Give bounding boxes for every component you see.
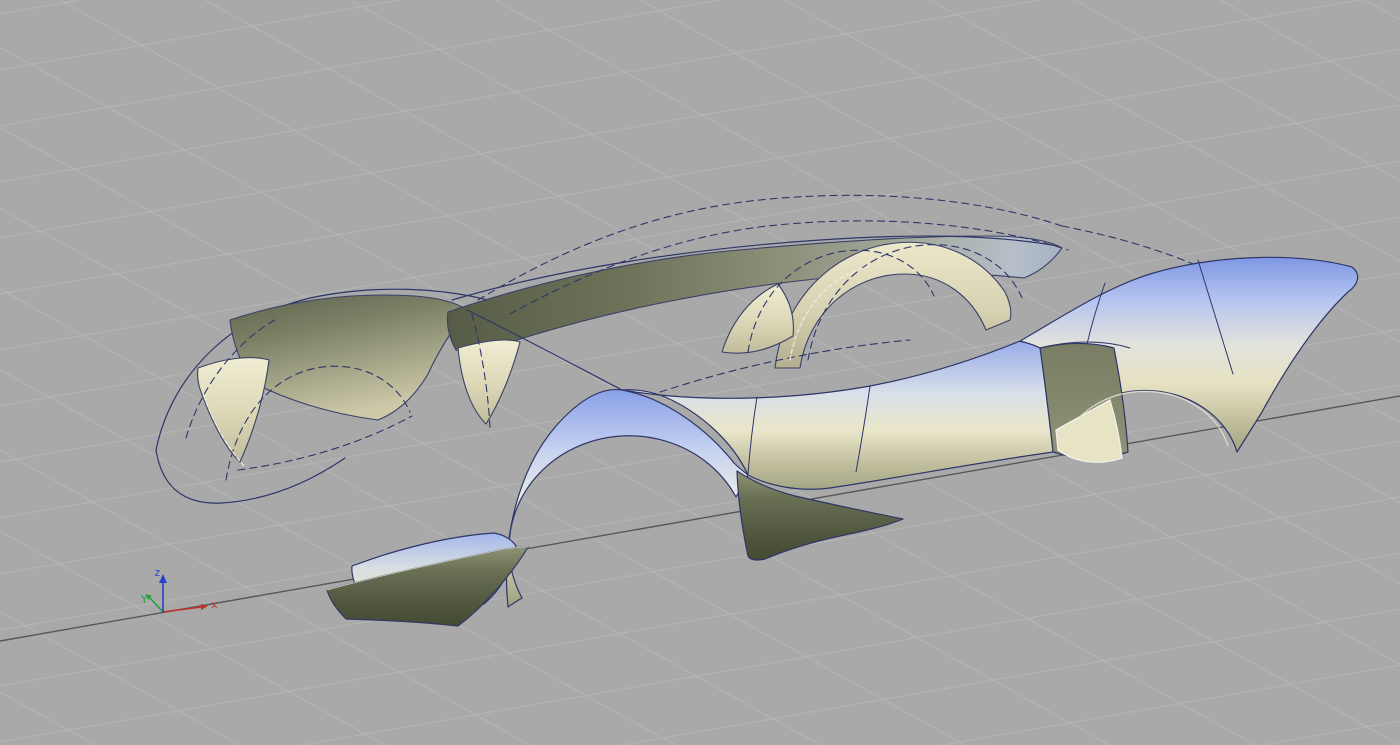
- z-axis-label: z: [154, 566, 161, 579]
- y-axis-label: Y: [141, 593, 148, 606]
- viewport-canvas[interactable]: x Y z: [0, 0, 1400, 745]
- cad-viewport[interactable]: x Y z: [0, 0, 1400, 745]
- x-axis-label: x: [211, 598, 218, 611]
